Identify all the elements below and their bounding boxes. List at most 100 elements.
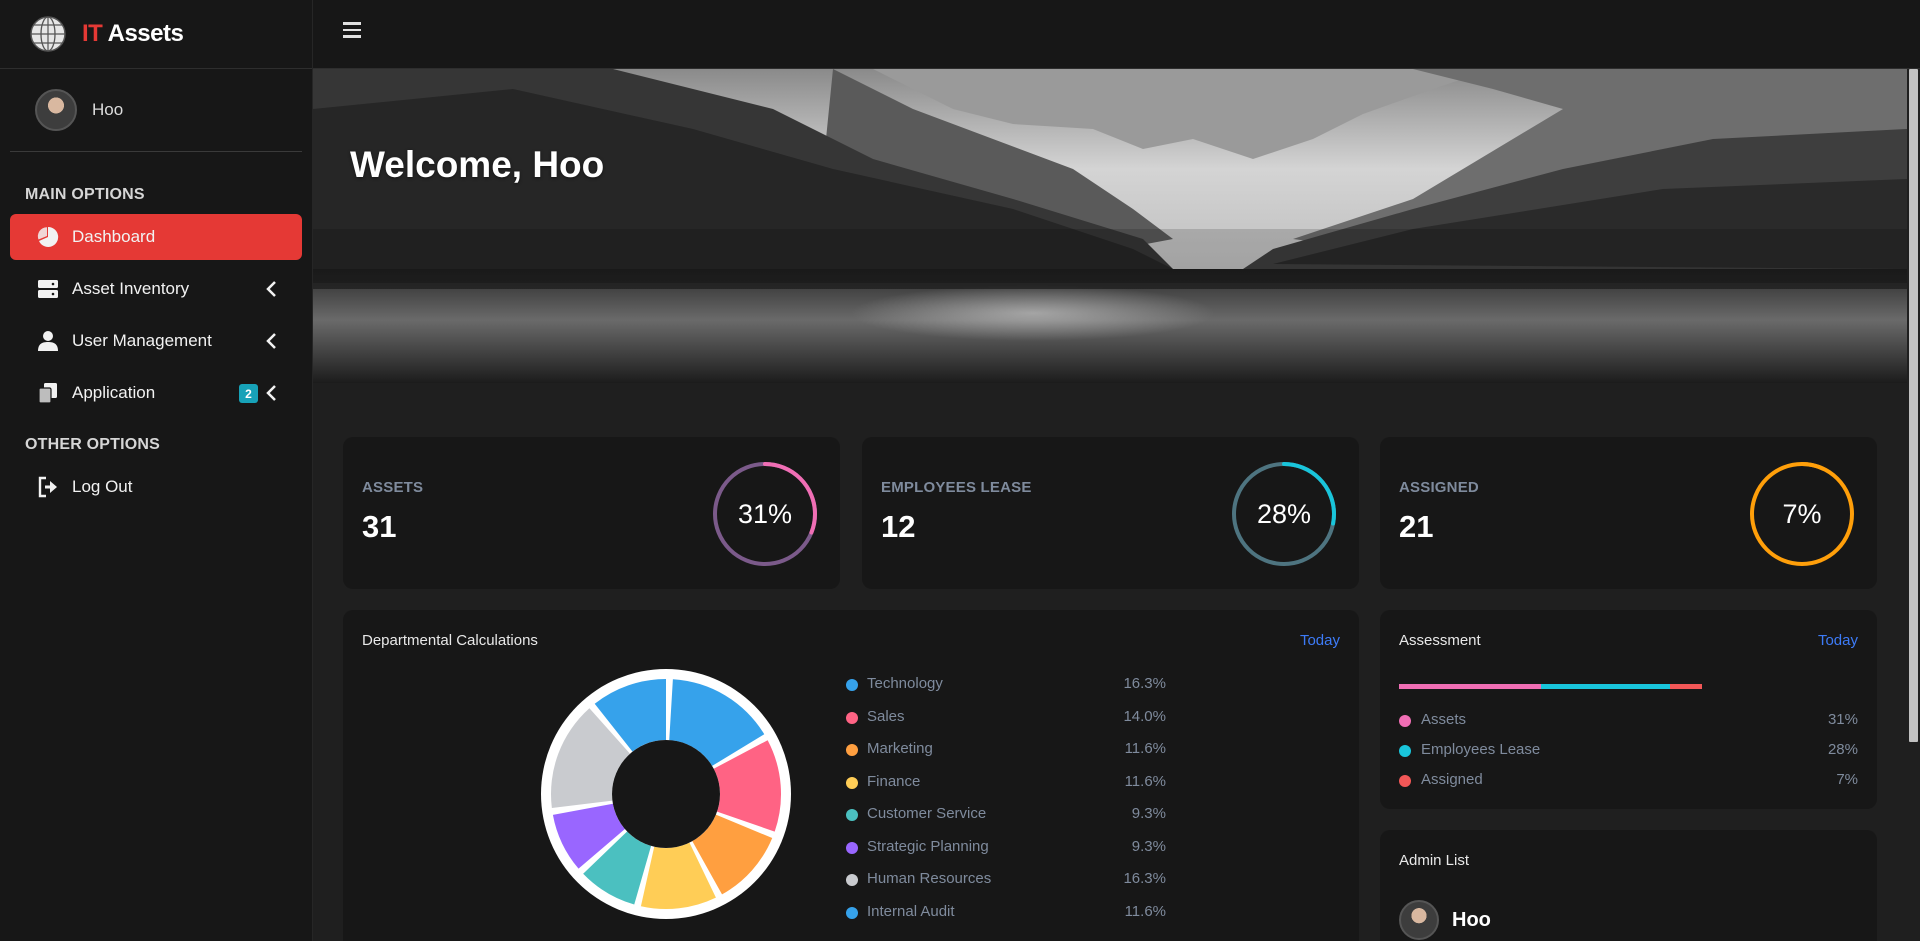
legend-value: 11.6% bbox=[1124, 772, 1166, 790]
user-panel[interactable]: Hoo bbox=[10, 69, 302, 152]
avatar bbox=[35, 89, 77, 131]
assessment-list: Assets 31% Employees Lease 28% Assigned 7% bbox=[1399, 711, 1858, 801]
list-item: Assigned 7% bbox=[1399, 771, 1858, 801]
chevron-left-icon[interactable] bbox=[262, 331, 282, 351]
stat-card-assets: ASSETS 31 31% bbox=[343, 437, 840, 589]
copy-icon bbox=[36, 381, 60, 405]
legend-label: Finance bbox=[867, 772, 921, 790]
legend-label: Technology bbox=[867, 675, 943, 692]
legend-item[interactable]: Strategic Planning 9.3% bbox=[846, 837, 1166, 870]
pie-chart-icon bbox=[36, 225, 60, 249]
assessment-value: 28% bbox=[1827, 741, 1858, 758]
legend-dot bbox=[846, 809, 858, 821]
legend-dot bbox=[846, 679, 858, 691]
legend-value: 16.3% bbox=[1123, 870, 1166, 887]
card-title: Departmental Calculations bbox=[362, 632, 538, 649]
list-item: Employees Lease 28% bbox=[1399, 741, 1858, 771]
card-title: Admin List bbox=[1399, 852, 1470, 869]
today-link[interactable]: Today bbox=[1818, 632, 1858, 649]
stat-card-employees-lease: EMPLOYEES LEASE 12 28% bbox=[862, 437, 1359, 589]
department-donut-chart[interactable] bbox=[536, 664, 796, 924]
stat-percent: 31% bbox=[737, 498, 793, 529]
legend-value: 14.0% bbox=[1123, 707, 1166, 725]
app-root: IT Assets Hoo MAIN OPTIONS Dashboard Ass… bbox=[0, 0, 1920, 941]
chevron-left-icon[interactable] bbox=[262, 383, 282, 403]
bar-segment-assets bbox=[1399, 684, 1542, 689]
assessment-label: Assigned bbox=[1421, 771, 1483, 788]
assessment-card: Assessment Today Assets 31% Employees Lea… bbox=[1380, 610, 1877, 809]
sidebar-item-label: Log Out bbox=[72, 477, 133, 496]
legend-dot bbox=[846, 744, 858, 756]
stat-label: ASSETS bbox=[362, 479, 424, 496]
legend-label: Sales bbox=[867, 707, 905, 725]
server-icon bbox=[36, 277, 60, 301]
bar-segment-assigned bbox=[1669, 684, 1702, 689]
legend-item[interactable]: Customer Service 9.3% bbox=[846, 804, 1166, 837]
sidebar-item-asset-inventory[interactable]: Asset Inventory bbox=[10, 266, 302, 312]
sidebar-item-dashboard[interactable]: Dashboard bbox=[10, 214, 302, 260]
stat-value: 12 bbox=[881, 509, 916, 544]
brand-prefix: IT bbox=[82, 20, 103, 47]
sidebar: IT Assets Hoo MAIN OPTIONS Dashboard Ass… bbox=[0, 0, 313, 941]
legend-dot bbox=[846, 906, 858, 919]
other-options-title: OTHER OPTIONS bbox=[25, 436, 161, 453]
assessment-label: Employees Lease bbox=[1421, 741, 1541, 758]
assessment-value: 7% bbox=[1836, 771, 1858, 788]
sidebar-item-user-management[interactable]: User Management bbox=[10, 318, 302, 364]
assessment-label: Assets bbox=[1421, 711, 1467, 728]
globe-icon bbox=[30, 16, 66, 52]
sidebar-item-application[interactable]: Application 2 bbox=[10, 370, 302, 416]
chevron-left-icon[interactable] bbox=[262, 279, 282, 299]
legend-dot bbox=[846, 874, 858, 886]
brand-suffix: Assets bbox=[107, 20, 184, 47]
today-link[interactable]: Today bbox=[1300, 632, 1340, 649]
menu-toggle-icon[interactable] bbox=[343, 22, 361, 38]
legend-dot bbox=[1399, 715, 1411, 727]
assessment-value: 31% bbox=[1827, 711, 1858, 728]
sidebar-item-label: Dashboard bbox=[72, 227, 156, 246]
stat-label: EMPLOYEES LEASE bbox=[881, 479, 1032, 496]
admin-list-card: Admin List Hoo bbox=[1380, 830, 1877, 941]
sidebar-item-label: Asset Inventory bbox=[72, 279, 190, 298]
user-icon bbox=[36, 329, 60, 353]
legend-dot bbox=[1399, 745, 1411, 757]
department-legend: Technology 16.3% Sales 14.0% Marketing 11.6… bbox=[846, 674, 1166, 934]
avatar bbox=[1399, 900, 1439, 940]
brand[interactable]: IT Assets bbox=[0, 0, 312, 69]
legend-item[interactable]: Internal Audit 11.6% bbox=[846, 902, 1166, 935]
stat-percent: 28% bbox=[1256, 498, 1312, 529]
legend-value: 11.6% bbox=[1124, 740, 1166, 757]
scrollbar-thumb[interactable] bbox=[1909, 69, 1918, 742]
legend-item[interactable]: Sales 14.0% bbox=[846, 707, 1166, 740]
legend-label: Customer Service bbox=[867, 805, 987, 822]
sidebar-item-label: Application bbox=[72, 383, 156, 402]
card-title: Assessment bbox=[1399, 632, 1481, 649]
admin-list-item[interactable]: Hoo bbox=[1399, 900, 1491, 940]
donut-hole bbox=[612, 740, 720, 848]
legend-item[interactable]: Human Resources 16.3% bbox=[846, 869, 1166, 902]
legend-item[interactable]: Technology 16.3% bbox=[846, 674, 1166, 707]
legend-item[interactable]: Marketing 11.6% bbox=[846, 739, 1166, 772]
page-scrollbar[interactable] bbox=[1907, 69, 1920, 941]
legend-value: 11.6% bbox=[1124, 902, 1166, 920]
legend-value: 9.3% bbox=[1131, 805, 1166, 822]
sidebar-item-log-out[interactable]: Log Out bbox=[10, 464, 302, 510]
notification-badge: 2 bbox=[239, 384, 258, 403]
mountain-lake-image bbox=[313, 69, 1907, 383]
legend-dot bbox=[846, 711, 858, 724]
sidebar-item-label: User Management bbox=[72, 331, 212, 350]
assessment-progress-bar bbox=[1399, 684, 1702, 689]
legend-label: Marketing bbox=[867, 740, 933, 757]
departmental-card: Departmental Calculations Today Technolo… bbox=[343, 610, 1359, 941]
welcome-banner: Welcome, Hoo bbox=[313, 69, 1907, 383]
legend-item[interactable]: Finance 11.6% bbox=[846, 772, 1166, 805]
topbar bbox=[313, 0, 1920, 69]
bar-segment-employees-lease bbox=[1541, 684, 1670, 689]
stat-card-assigned: ASSIGNED 21 7% bbox=[1380, 437, 1877, 589]
legend-label: Human Resources bbox=[867, 870, 992, 887]
legend-value: 16.3% bbox=[1123, 675, 1166, 692]
legend-dot bbox=[846, 776, 858, 789]
legend-dot bbox=[846, 841, 858, 854]
list-item: Assets 31% bbox=[1399, 711, 1858, 741]
legend-value: 9.3% bbox=[1131, 837, 1166, 855]
